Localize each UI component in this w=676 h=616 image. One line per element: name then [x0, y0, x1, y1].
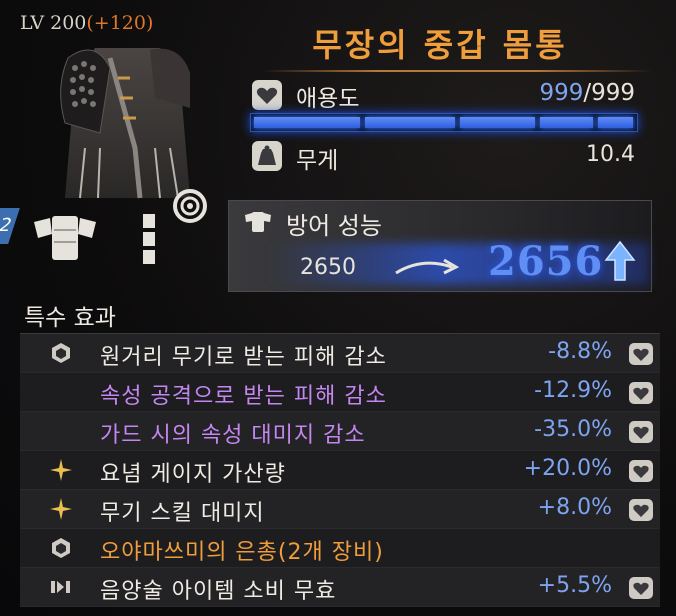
affection-max: /999: [583, 80, 635, 106]
effect-label: 속성 공격으로 받는 피해 감소: [100, 384, 387, 409]
up-arrow-icon: [604, 240, 636, 281]
effect-row[interactable]: 무기 스킬 대미지 +8.0%: [20, 490, 660, 529]
armor-icon: [243, 207, 273, 237]
sparkle-icon: [50, 459, 72, 481]
affection-bar-segment: [460, 117, 535, 128]
leg-armor-icon: [143, 214, 155, 264]
affection-label: 애용도: [296, 86, 360, 112]
heart-badge-icon: [629, 577, 653, 599]
affection-bar: [250, 113, 638, 132]
item-level: LV 200(+120): [20, 12, 153, 34]
effect-label: 오야마쓰미의 은총(2개 장비): [100, 540, 384, 565]
effect-value: +8.0%: [537, 495, 612, 520]
special-effects-list: 원거리 무기로 받는 피해 감소 -8.8% 속성 공격으로 받는 피해 감소 …: [20, 333, 660, 607]
effect-row[interactable]: 음양술 아이템 소비 무효 +5.5%: [20, 568, 660, 607]
weight-value: 10.4: [586, 142, 635, 167]
item-detail-panel: LV 200(+120) 2 무장의 중갑 몸통 애용도 999/999 무게 …: [0, 0, 676, 616]
defense-old-value: 2650: [300, 255, 356, 280]
title-divider: [262, 70, 652, 72]
effect-row[interactable]: 요념 게이지 가산량 +20.0%: [20, 451, 660, 490]
effect-label: 무기 스킬 대미지: [100, 501, 265, 526]
defense-label: 방어 성능: [286, 212, 382, 240]
heart-badge-icon: [629, 421, 653, 443]
weight-icon: [252, 141, 282, 171]
item-name: 무장의 중갑 몸통: [312, 26, 568, 64]
effect-row[interactable]: 오야마쓰미의 은총(2개 장비): [20, 529, 660, 568]
heart-icon: [252, 80, 282, 110]
hexagon-icon: [52, 538, 70, 558]
sparkle-icon: [50, 498, 72, 520]
effect-value: -35.0%: [534, 417, 612, 442]
heart-badge-icon: [629, 343, 653, 365]
effect-label: 음양술 아이템 소비 무효: [100, 579, 337, 604]
effect-row[interactable]: 원거리 무기로 받는 피해 감소 -8.8%: [20, 333, 660, 373]
slot-badge: 2: [0, 208, 20, 244]
hexagon-icon: [52, 343, 70, 363]
level-base: LV 200: [20, 12, 87, 34]
effect-value: -8.8%: [548, 339, 612, 364]
effect-row[interactable]: 가드 시의 속성 대미지 감소 -35.0%: [20, 412, 660, 451]
affection-bar-segment: [254, 117, 360, 128]
media-icon: [51, 581, 70, 593]
right-arrow-icon: [395, 258, 460, 275]
chest-armor-icon: [34, 216, 96, 260]
affection-bar-segment: [365, 117, 455, 128]
effect-value: -12.9%: [534, 378, 612, 403]
level-bonus: (+120): [86, 12, 154, 34]
effect-value: +5.5%: [537, 573, 612, 598]
effect-label: 요념 게이지 가산량: [100, 462, 286, 487]
heart-badge-icon: [629, 460, 653, 482]
armor-torso-image: [60, 48, 190, 199]
affection-bar-segment: [540, 117, 593, 128]
defense-new-value: 2656: [488, 238, 604, 285]
effect-value: +20.0%: [523, 456, 612, 481]
spiral-icon[interactable]: [168, 186, 212, 226]
weight-label: 무게: [296, 148, 339, 174]
affection-current: 999: [539, 80, 584, 106]
affection-value: 999/999: [470, 80, 635, 106]
affection-bar-segment: [598, 117, 633, 128]
effect-label: 가드 시의 속성 대미지 감소: [100, 423, 366, 448]
heart-badge-icon: [629, 382, 653, 404]
special-effects-title: 특수 효과: [24, 305, 116, 331]
heart-badge-icon: [629, 499, 653, 521]
effect-label: 원거리 무기로 받는 피해 감소: [100, 345, 387, 370]
effect-row[interactable]: 속성 공격으로 받는 피해 감소 -12.9%: [20, 373, 660, 412]
